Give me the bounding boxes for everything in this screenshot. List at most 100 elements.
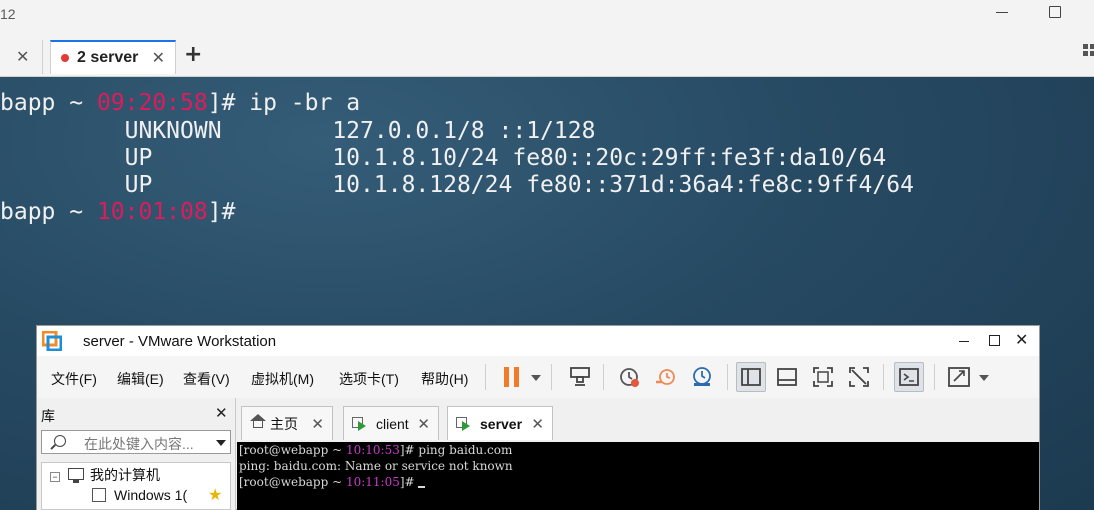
close-icon[interactable]: ✕ <box>1015 330 1028 350</box>
search-placeholder: 在此处键入内容... <box>84 436 194 452</box>
prompt-time: 10:11:05 <box>345 475 400 489</box>
tree-item-my-computer[interactable]: 我的计算机 <box>90 465 160 485</box>
toolbar-divider <box>883 364 884 390</box>
tab-server[interactable]: 2 server ✕ <box>50 40 176 74</box>
prompt-time: 09:20:58 <box>96 90 208 116</box>
vm-icon <box>352 416 368 431</box>
new-tab-button[interactable]: + <box>184 42 202 67</box>
unity-icon <box>849 367 869 387</box>
close-icon[interactable]: ✕ <box>215 404 228 422</box>
stretch-guest-button[interactable] <box>944 362 974 392</box>
prompt-time: 10:10:53 <box>345 443 400 457</box>
tab-home[interactable]: 主页 ✕ <box>241 406 333 440</box>
toolbar-divider <box>934 364 935 390</box>
vm-icon <box>456 416 472 431</box>
window-title: 12 <box>0 6 16 22</box>
vmware-logo-icon <box>42 331 62 351</box>
text-cursor <box>418 486 426 488</box>
terminal-line: UP 10.1.8.128/24 fe80::371d:36a4:fe8c:9f… <box>0 172 914 198</box>
tab-label: 2 server <box>77 49 139 66</box>
vmware-title: server - VMware Workstation <box>83 333 277 350</box>
send-ctrl-alt-del-button[interactable] <box>565 362 595 392</box>
prompt-time: 10:01:08 <box>96 199 208 225</box>
menu-edit[interactable]: 编辑(E) <box>117 369 164 389</box>
library-search-input[interactable]: 在此处键入内容... <box>41 430 231 454</box>
keyboard-icon <box>570 367 590 386</box>
unity-button[interactable] <box>844 362 874 392</box>
menu-bar: 文件(F) 编辑(E) 查看(V) 虚拟机(M) 选项卡(T) 帮助(H) <box>37 356 1039 398</box>
revert-clock-icon <box>656 369 675 385</box>
revert-snapshot-button[interactable] <box>651 362 681 392</box>
close-icon[interactable]: ✕ <box>417 415 430 433</box>
fullscreen-icon <box>813 367 833 387</box>
status-dot-icon <box>61 54 69 62</box>
tab-client[interactable]: client ✕ <box>343 406 439 440</box>
tab-previous[interactable]: t ✕ <box>0 40 43 74</box>
minimize-icon[interactable] <box>996 12 1008 13</box>
menu-file[interactable]: 文件(F) <box>51 369 97 389</box>
terminal-line: bapp ~ 09:20:58]# ip -br a <box>0 90 361 116</box>
library-pane: 库 ✕ 在此处键入内容... − 我的计算机 Windows 1( ★ <box>37 398 236 510</box>
minimize-icon[interactable] <box>959 341 969 342</box>
tree-item-windows[interactable]: Windows 1( <box>114 487 187 503</box>
close-icon[interactable]: ✕ <box>311 415 324 433</box>
show-library-button[interactable] <box>736 362 766 392</box>
console-view-button[interactable] <box>894 362 924 392</box>
terminal-line: UNKNOWN 127.0.0.1/8 ::1/128 <box>0 118 596 144</box>
maximize-icon[interactable] <box>1049 6 1061 18</box>
vm-tab-bar: 主页 ✕ client ✕ server ✕ <box>237 398 1039 442</box>
pause-button[interactable] <box>496 362 526 392</box>
favorite-star-icon[interactable]: ★ <box>208 485 222 505</box>
collapse-icon[interactable]: − <box>50 472 60 482</box>
search-icon <box>54 435 66 447</box>
window-titlebar: 12 <box>0 0 1094 34</box>
vmware-titlebar: server - VMware Workstation ✕ <box>37 326 1039 356</box>
chevron-down-icon[interactable] <box>216 440 226 446</box>
library-view-icon <box>741 368 761 386</box>
menu-view[interactable]: 查看(V) <box>183 369 230 389</box>
close-icon[interactable]: ✕ <box>16 47 29 67</box>
chevron-down-icon[interactable] <box>979 375 989 381</box>
maximize-icon[interactable] <box>989 335 1000 346</box>
tab-label: server <box>480 415 523 432</box>
vm-icon <box>92 488 106 502</box>
console-line: ping: baidu.com: Name or service not kno… <box>239 459 513 473</box>
console-line: [root@webapp ~ 10:10:53]# ping baidu.com <box>239 443 513 457</box>
terminal-line: UP 10.1.8.10/24 fe80::20c:29ff:fe3f:da10… <box>0 145 887 171</box>
thumbnail-view-icon <box>777 368 797 386</box>
close-icon[interactable]: ✕ <box>152 48 165 68</box>
toolbar-divider <box>485 364 486 390</box>
console-icon <box>899 368 919 386</box>
thumbnail-bar-button[interactable] <box>772 362 802 392</box>
menu-tabs[interactable]: 选项卡(T) <box>339 369 399 389</box>
terminal-line: bapp ~ 10:01:08]# <box>0 199 236 225</box>
toolbar-divider <box>551 364 552 390</box>
snapshot-manager-icon <box>693 367 711 386</box>
tab-label: client <box>376 415 409 432</box>
stretch-icon <box>948 367 970 387</box>
vmware-body: 库 ✕ 在此处键入内容... − 我的计算机 Windows 1( ★ 主页 ✕… <box>37 398 1039 510</box>
snapshot-manager-button[interactable] <box>687 362 717 392</box>
library-tree: − 我的计算机 Windows 1( ★ <box>41 462 231 510</box>
computer-icon <box>68 468 84 483</box>
home-icon <box>250 413 266 430</box>
library-title: 库 <box>41 408 55 424</box>
grid-menu-icon[interactable] <box>1083 44 1094 60</box>
terminal-tab-bar: t ✕ 2 server ✕ + <box>0 34 1094 77</box>
clock-icon <box>620 368 639 387</box>
tab-label: 主页 <box>270 415 298 432</box>
toolbar-divider <box>603 364 604 390</box>
chevron-down-icon[interactable] <box>531 375 541 381</box>
snapshot-button[interactable] <box>615 362 645 392</box>
console-line: [root@webapp ~ 10:11:05]# <box>239 474 426 490</box>
menu-vm[interactable]: 虚拟机(M) <box>251 369 314 389</box>
full-screen-button[interactable] <box>808 362 838 392</box>
tab-server[interactable]: server ✕ <box>447 406 553 440</box>
vm-pane: 主页 ✕ client ✕ server ✕ [root@webapp ~ 10… <box>237 398 1039 510</box>
vmware-window[interactable]: server - VMware Workstation ✕ 文件(F) 编辑(E… <box>36 325 1040 510</box>
close-icon[interactable]: ✕ <box>531 415 544 433</box>
vm-console[interactable]: [root@webapp ~ 10:10:53]# ping baidu.com… <box>237 442 1039 510</box>
pause-icon <box>503 367 519 387</box>
menu-help[interactable]: 帮助(H) <box>421 369 468 389</box>
toolbar-divider <box>727 364 728 390</box>
